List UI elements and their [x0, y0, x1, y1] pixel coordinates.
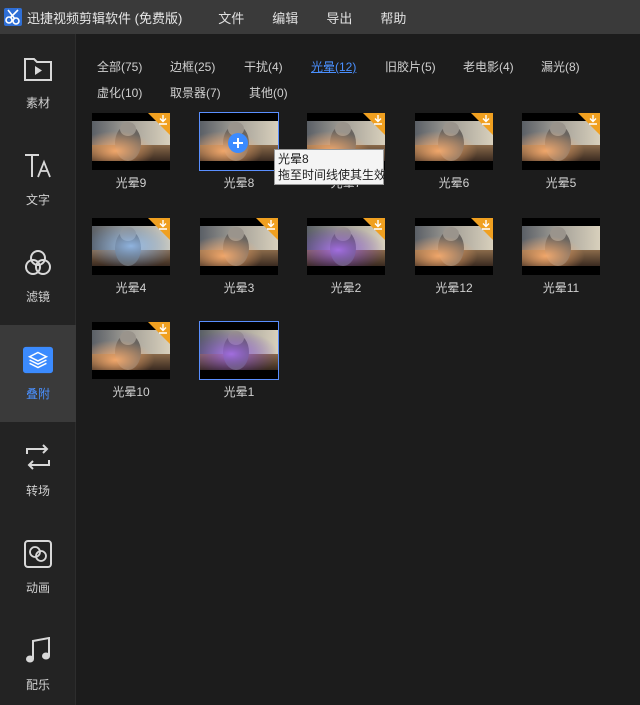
download-icon	[158, 323, 168, 334]
sidebar-item-music[interactable]: 配乐	[0, 616, 76, 705]
sidebar-item-overlay[interactable]: 叠附	[0, 325, 76, 422]
tab-blur[interactable]: 虚化(10)	[97, 84, 170, 101]
effect-item[interactable]: 光晕1	[199, 321, 279, 399]
effect-thumbnail[interactable]	[92, 218, 170, 275]
effect-item[interactable]: 光晕10	[92, 322, 170, 399]
download-icon	[266, 219, 276, 230]
text-icon	[23, 151, 53, 181]
plus-icon	[233, 138, 243, 148]
sidebar-item-label: 叠附	[25, 387, 50, 401]
app-title: 迅捷视频剪辑软件 (免费版)	[27, 10, 183, 26]
sidebar-item-animation[interactable]: 动画	[0, 519, 76, 616]
download-icon	[481, 219, 491, 230]
effect-thumbnail[interactable]	[199, 112, 279, 171]
category-tabs-row-1: 全部(75) 边框(25) 干扰(4) 光晕(12) 旧胶片(5) 老电影(4)…	[97, 58, 580, 75]
sidebar: 素材 文字 滤镜 叠附 转场 动画 配乐	[0, 34, 76, 705]
effect-thumbnail[interactable]	[92, 113, 170, 170]
thumbnail-image	[522, 226, 600, 266]
effect-item[interactable]: 光晕12	[415, 218, 493, 295]
effect-thumbnail[interactable]	[522, 218, 600, 275]
app-logo-icon	[4, 8, 22, 26]
tab-old-film[interactable]: 旧胶片(5)	[385, 58, 463, 75]
download-icon	[158, 219, 168, 230]
effect-thumbnail[interactable]	[307, 218, 385, 275]
menu-edit[interactable]: 编辑	[258, 8, 312, 27]
menu-bar: 文件 编辑 导出 帮助	[204, 8, 420, 27]
menu-help[interactable]: 帮助	[366, 8, 420, 27]
sidebar-item-label: 转场	[25, 484, 50, 498]
effect-thumbnail[interactable]	[92, 322, 170, 379]
overlay-layers-icon	[23, 345, 53, 375]
sidebar-item-label: 素材	[25, 96, 50, 110]
effect-item[interactable]: 光晕2	[307, 218, 385, 295]
download-icon	[158, 114, 168, 125]
effect-label: 光晕3	[223, 281, 255, 295]
thumbnail-image	[200, 330, 278, 370]
category-tabs-row-2: 虚化(10) 取景器(7) 其他(0)	[97, 84, 288, 101]
effect-thumbnail[interactable]	[522, 113, 600, 170]
add-to-timeline-button[interactable]	[228, 133, 248, 153]
title-bar: 迅捷视频剪辑软件 (免费版) 文件 编辑 导出 帮助	[0, 0, 640, 34]
effect-label: 光晕9	[115, 176, 147, 190]
download-icon	[588, 114, 598, 125]
animation-icon	[23, 539, 53, 569]
tooltip-title: 光晕8	[278, 152, 309, 166]
tab-interference[interactable]: 干扰(4)	[244, 58, 311, 75]
tab-other[interactable]: 其他(0)	[249, 84, 288, 101]
effect-item[interactable]: 光晕6	[415, 113, 493, 190]
sidebar-item-text[interactable]: 文字	[0, 131, 76, 228]
sidebar-item-label: 配乐	[25, 678, 50, 692]
tab-light-leak[interactable]: 漏光(8)	[541, 58, 580, 75]
menu-export[interactable]: 导出	[312, 8, 366, 27]
effect-label: 光晕2	[330, 281, 362, 295]
transition-icon	[23, 442, 53, 472]
sidebar-item-label: 动画	[25, 581, 50, 595]
effect-thumbnail[interactable]	[415, 113, 493, 170]
effect-label: 光晕12	[435, 281, 473, 295]
effect-item[interactable]: 光晕3	[200, 218, 278, 295]
effect-item[interactable]: 光晕9	[92, 113, 170, 190]
download-icon	[373, 114, 383, 125]
download-icon	[481, 114, 491, 125]
effect-label: 光晕8	[223, 176, 255, 190]
effect-thumbnail[interactable]	[199, 321, 279, 380]
tab-all[interactable]: 全部(75)	[97, 58, 170, 75]
tab-old-movie[interactable]: 老电影(4)	[463, 58, 541, 75]
effect-item[interactable]: 光晕4	[92, 218, 170, 295]
effect-item[interactable]: 光晕8	[199, 112, 279, 190]
effect-label: 光晕10	[112, 385, 150, 399]
effect-label: 光晕6	[438, 176, 470, 190]
sidebar-item-label: 滤镜	[25, 290, 50, 304]
filter-icon	[23, 248, 53, 278]
tab-halo[interactable]: 光晕(12)	[311, 58, 385, 75]
effect-thumbnail[interactable]	[200, 218, 278, 275]
download-icon	[373, 219, 383, 230]
effect-thumbnail[interactable]	[415, 218, 493, 275]
effect-label: 光晕4	[115, 281, 147, 295]
tooltip: 光晕8 拖至时间线使其生效	[274, 149, 387, 185]
effect-label: 光晕11	[542, 281, 580, 295]
tooltip-hint: 拖至时间线使其生效	[278, 168, 387, 182]
tab-viewfinder[interactable]: 取景器(7)	[170, 84, 249, 101]
menu-file[interactable]: 文件	[204, 8, 258, 27]
sidebar-item-transition[interactable]: 转场	[0, 422, 76, 519]
effect-item[interactable]: 光晕5	[522, 113, 600, 190]
sidebar-item-label: 文字	[25, 193, 50, 207]
effect-item[interactable]: 光晕11	[522, 218, 600, 295]
sidebar-item-filter[interactable]: 滤镜	[0, 228, 76, 325]
effect-label: 光晕5	[545, 176, 577, 190]
tab-border[interactable]: 边框(25)	[170, 58, 244, 75]
sidebar-item-media[interactable]: 素材	[0, 34, 76, 131]
effect-label: 光晕1	[223, 385, 255, 399]
media-folder-icon	[23, 54, 53, 84]
music-icon	[23, 636, 53, 666]
